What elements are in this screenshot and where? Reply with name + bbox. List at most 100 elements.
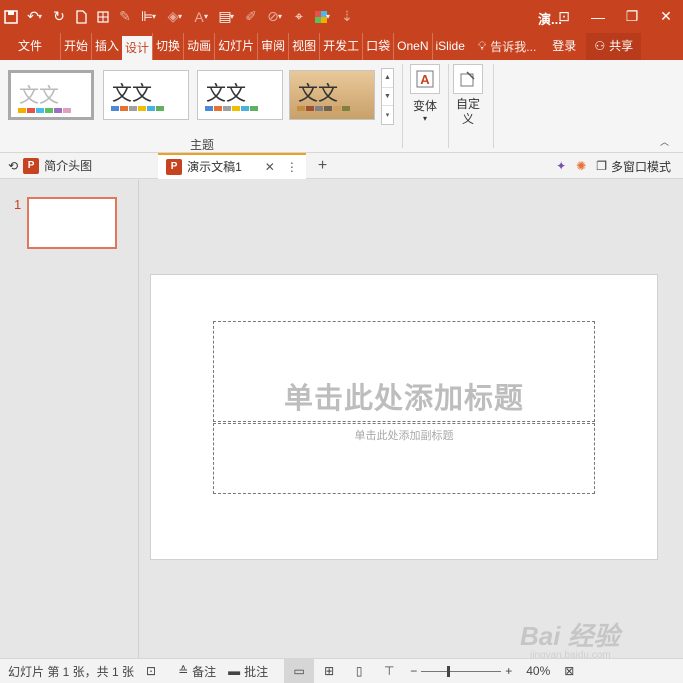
zoom-slider-thumb[interactable] — [447, 665, 451, 677]
ribbon-separator — [402, 64, 403, 148]
tab-more-icon[interactable]: ⋮ — [286, 160, 298, 174]
customize-button[interactable]: 自定义 — [453, 64, 483, 127]
redo-icon[interactable]: ↻ — [48, 0, 70, 33]
tell-me-label: 告诉我... — [490, 40, 537, 54]
doc-tab-tools: ✦ ✺ ❐ 多窗口模式 — [556, 153, 671, 179]
ribbon-display-icon[interactable]: ⊡ — [547, 0, 581, 33]
normal-view-icon[interactable]: ▭ — [284, 658, 315, 683]
title-placeholder[interactable]: 单击此处添加标题 — [213, 321, 595, 422]
login-button[interactable]: 登录 — [552, 33, 576, 60]
tell-me-box[interactable]: 💡︎ 告诉我... — [478, 33, 536, 60]
color-swatch — [342, 106, 350, 111]
save-icon[interactable] — [0, 0, 22, 33]
gallery-up-icon[interactable]: ▲ — [382, 69, 393, 88]
multiwindow-icon: ❐ — [596, 159, 607, 173]
color-swatch — [18, 108, 26, 113]
document-tab-bar: ⟲ P 简介头图 P 演示文稿1 ✕ ⋮ + ✦ ✺ ❐ 多窗口模式 — [0, 152, 683, 179]
quick-access-toolbar: ↶ ▾ ↻ ✎ ⊫ ▾ ◈ ▾ A ▾ ▤ ▾ ✐ ⊘ ▾ ⌖ ▾ ⇣ — [0, 0, 358, 33]
close-tab-icon[interactable]: ✕ — [265, 160, 275, 174]
ribbon-separator — [493, 64, 494, 148]
tab-5[interactable]: 动画 — [183, 33, 214, 60]
theme-option-3[interactable]: 文文 — [289, 70, 375, 120]
theme-color-swatches — [111, 106, 164, 111]
reading-view-icon[interactable]: ▯ — [344, 659, 374, 683]
minimize-button[interactable]: — — [581, 0, 615, 33]
variants-icon: A — [410, 64, 440, 94]
tab-10[interactable]: 口袋 — [362, 33, 393, 60]
theme-sample-text: 文文 — [298, 81, 338, 105]
slideshow-icon[interactable]: ⊤ — [374, 659, 404, 683]
tab-6[interactable]: 幻灯片 — [214, 33, 257, 60]
screenshot-icon[interactable]: ⌖ — [288, 0, 310, 33]
title-placeholder-text: 单击此处添加标题 — [283, 381, 524, 415]
theme-option-1[interactable]: 文文 — [103, 70, 189, 120]
slide-thumbnail[interactable] — [27, 197, 117, 249]
theme-option-2[interactable]: 文文 — [197, 70, 283, 120]
person-icon: ⚇ — [594, 39, 606, 53]
gallery-more-icon[interactable]: ▾ — [382, 106, 393, 124]
multiwindow-label: 多窗口模式 — [610, 159, 671, 174]
tab-4[interactable]: 切换 — [152, 33, 183, 60]
slide-canvas[interactable]: 单击此处添加标题 单击此处添加副标题 — [150, 274, 658, 560]
theme-gallery-scroll[interactable]: ▲ ▼ ▾ — [381, 68, 394, 125]
tab-0[interactable]: 文件 — [0, 33, 60, 60]
color-swatch — [297, 106, 305, 111]
tab-3[interactable]: 设计 — [122, 36, 153, 60]
theme-option-0[interactable]: 文文 — [8, 70, 94, 120]
tab-2[interactable]: 插入 — [91, 33, 122, 60]
eyedropper-icon[interactable]: ✎ — [114, 0, 136, 33]
doc-tab-presentation1[interactable]: P 演示文稿1 ✕ ⋮ — [158, 152, 306, 179]
tab-1[interactable]: 开始 — [60, 33, 91, 60]
customize-qat-icon[interactable]: ⇣ — [336, 0, 358, 33]
notes-label: 备注 — [192, 664, 217, 679]
fill-dropdown-icon[interactable]: ▾ — [178, 12, 188, 21]
close-button[interactable]: ✕ — [649, 0, 683, 33]
comments-label: 批注 — [244, 664, 269, 679]
undo-dropdown-icon[interactable]: ▾ — [38, 12, 48, 21]
comments-button[interactable]: ▬ 批注 — [222, 659, 274, 683]
grid-icon[interactable] — [92, 0, 114, 33]
themes-group-label: 主题 — [190, 138, 215, 152]
watermark-logo: Bai 经验 jingyan.baidu.com — [520, 616, 670, 661]
font-color-dropdown-icon[interactable]: ▾ — [204, 12, 214, 21]
zoom-in-icon[interactable]: + — [505, 664, 512, 678]
subtitle-placeholder[interactable]: 单击此处添加副标题 — [213, 423, 595, 494]
format-painter-icon[interactable]: ✐ — [240, 0, 262, 33]
add-tab-icon[interactable]: + — [318, 157, 327, 175]
variants-button[interactable]: A 变体 ▾ — [410, 64, 440, 123]
gallery-down-icon[interactable]: ▼ — [382, 88, 393, 107]
slide-sorter-icon[interactable]: ⊞ — [314, 659, 344, 683]
status-bar: 幻灯片 第 1 张，共 1 张 ⊡ ≙ 备注 ▬ 批注 ▭ ⊞ ▯ ⊤ − + … — [0, 658, 683, 683]
zoom-slider[interactable] — [421, 665, 502, 677]
doc-tab-intro[interactable]: ⟲ P 简介头图 — [0, 153, 100, 179]
color-picker-dropdown-icon[interactable]: ▾ — [326, 12, 336, 21]
notes-button[interactable]: ≙ 备注 — [172, 659, 222, 683]
tab-12[interactable]: iSlide — [431, 33, 468, 60]
restore-button[interactable]: ❐ — [615, 0, 649, 33]
gear-icon[interactable]: ✺ — [576, 159, 586, 173]
share-button[interactable]: ⚇ 共享 — [586, 33, 642, 60]
zoom-level[interactable]: 40% — [526, 664, 550, 678]
color-swatch — [36, 108, 44, 113]
slide-info: 幻灯片 第 1 张，共 1 张 — [8, 664, 135, 679]
color-swatch — [333, 106, 341, 111]
color-swatch — [205, 106, 213, 111]
align-dropdown-icon[interactable]: ▾ — [152, 12, 162, 21]
slide-editor: 单击此处添加标题 单击此处添加副标题 — [140, 180, 683, 658]
theme-sample-text: 文文 — [112, 81, 152, 105]
sparkle-icon[interactable]: ✦ — [556, 159, 566, 173]
new-file-icon[interactable] — [70, 0, 92, 33]
multiwindow-button[interactable]: ❐ 多窗口模式 — [596, 158, 671, 175]
color-swatch — [27, 108, 35, 113]
color-swatch — [250, 106, 258, 111]
tab-8[interactable]: 视图 — [288, 33, 319, 60]
spellcheck-icon[interactable]: ⊡ — [140, 659, 162, 683]
paste-dropdown-icon[interactable]: ▾ — [230, 12, 240, 21]
shape-dropdown-icon[interactable]: ▾ — [278, 12, 288, 21]
zoom-out-icon[interactable]: − — [410, 664, 417, 678]
tab-11[interactable]: OneN — [393, 33, 431, 60]
collapse-ribbon-icon[interactable]: ︿ — [660, 135, 669, 148]
tab-7[interactable]: 审阅 — [257, 33, 288, 60]
fit-to-window-icon[interactable]: ⊠ — [564, 664, 574, 678]
tab-9[interactable]: 开发工 — [319, 33, 362, 60]
